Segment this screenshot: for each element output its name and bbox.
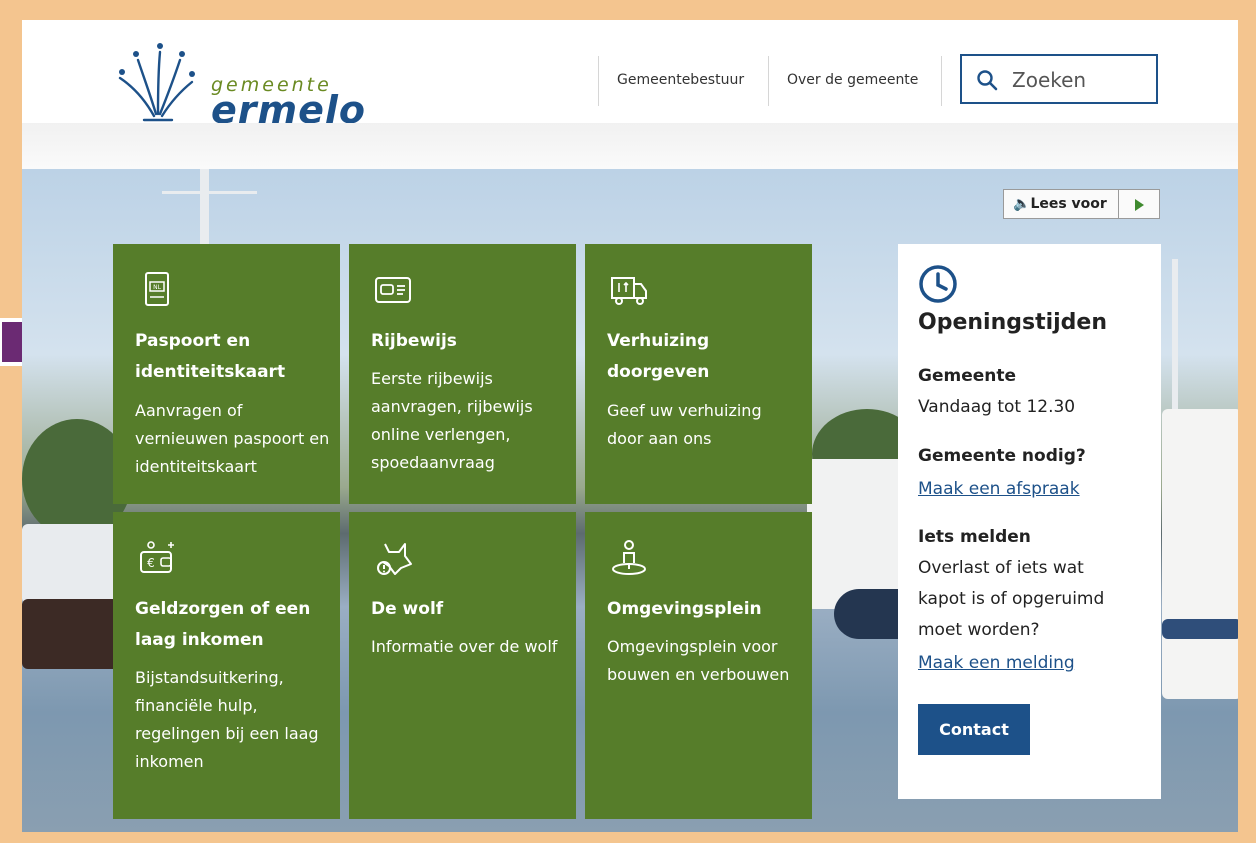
melden-text: kapot is of opgeruimd xyxy=(918,589,1105,609)
tile-description: Geef uw verhuizing door aan ons xyxy=(607,401,762,448)
browser-viewport: gemeente ermelo Gemeentebestuur Over de … xyxy=(22,20,1238,832)
svg-text:NL: NL xyxy=(153,284,161,291)
openingstijden-card: Openingstijden Gemeente Vandaag tot 12.3… xyxy=(898,244,1161,799)
site-header: gemeente ermelo Gemeentebestuur Over de … xyxy=(22,20,1238,130)
search-icon[interactable] xyxy=(976,69,998,91)
nav-link-gemeentebestuur[interactable]: Gemeentebestuur xyxy=(617,72,744,88)
svg-text:€: € xyxy=(147,556,155,570)
tile-description: Eerste rijbewijs aanvragen, rijbewijs on… xyxy=(371,369,533,472)
boat xyxy=(1162,409,1238,699)
nav-link-over-de-gemeente[interactable]: Over de gemeente xyxy=(787,72,918,88)
tile-omgevingsplein[interactable]: Omgevingsplein Omgevingsplein voor bouwe… xyxy=(585,512,812,819)
read-aloud-divider xyxy=(1118,190,1119,218)
search-input[interactable] xyxy=(1010,66,1154,94)
tile-geldzorgen[interactable]: € Geldzorgen of een laag inkomen Bijstan… xyxy=(113,512,340,819)
tile-title: Rijbewijs xyxy=(371,331,457,351)
hero-background: 🔈Lees voor NL Paspoort en identiteitskaa… xyxy=(22,169,1238,832)
read-aloud-label: 🔈Lees voor xyxy=(1013,196,1107,212)
tile-description: Aanvragen of vernieuwen paspoort en iden… xyxy=(135,401,330,476)
wolf-icon xyxy=(377,543,412,575)
melden-text: moet worden? xyxy=(918,620,1040,640)
contact-button[interactable]: Contact xyxy=(918,704,1030,755)
tile-title: Geldzorgen of een laag inkomen xyxy=(135,599,311,650)
tile-description: Informatie over de wolf xyxy=(371,637,558,656)
shell-logo-icon xyxy=(118,43,195,122)
site-logo[interactable]: gemeente ermelo xyxy=(114,38,374,130)
tile-title: Omgevingsplein xyxy=(607,599,762,619)
tile-de-wolf[interactable]: De wolf Informatie over de wolf xyxy=(349,512,576,819)
tile-title: De wolf xyxy=(371,599,444,619)
melden-text: Overlast of iets wat xyxy=(918,558,1084,578)
tile-title: Verhuizing doorgeven xyxy=(607,331,710,382)
passport-icon: NL xyxy=(145,272,169,306)
gemeente-nodig-heading: Gemeente nodig? xyxy=(918,446,1086,466)
tile-title: Paspoort en identiteitskaart xyxy=(135,331,286,382)
openingstijden-title: Openingstijden xyxy=(918,310,1108,335)
speaker-icon: 🔈 xyxy=(1013,196,1031,212)
boat xyxy=(22,599,122,669)
play-icon[interactable] xyxy=(1135,199,1144,211)
gemeente-heading: Gemeente xyxy=(918,366,1017,386)
header-band xyxy=(22,123,1238,169)
afspraak-link[interactable]: Maak een afspraak xyxy=(918,479,1080,499)
tile-rijbewijs[interactable]: Rijbewijs Eerste rijbewijs aanvragen, ri… xyxy=(349,244,576,504)
clock-icon xyxy=(919,265,957,303)
melding-link[interactable]: Maak een melding xyxy=(918,653,1075,673)
nav-divider xyxy=(768,56,769,106)
moving-truck-icon xyxy=(611,277,647,305)
mast xyxy=(162,191,257,194)
nav-divider xyxy=(598,56,599,106)
mast xyxy=(1172,259,1178,409)
gemeente-hours: Vandaag tot 12.30 xyxy=(918,397,1076,417)
search-box[interactable] xyxy=(960,54,1158,104)
boat xyxy=(807,459,907,609)
tile-paspoort[interactable]: NL Paspoort en identiteitskaart Aanvrage… xyxy=(113,244,340,504)
wallet-euro-icon: € xyxy=(140,541,174,573)
read-aloud-button[interactable]: 🔈Lees voor xyxy=(1003,189,1160,219)
tile-description: Bijstandsuitkering, financiële hulp, reg… xyxy=(135,668,319,771)
iets-melden-heading: Iets melden xyxy=(918,527,1031,547)
location-person-icon xyxy=(612,540,646,575)
driving-license-icon xyxy=(375,277,411,303)
boat xyxy=(1162,619,1238,639)
tile-description: Omgevingsplein voor bouwen en verbouwen xyxy=(607,637,790,684)
tile-verhuizing[interactable]: Verhuizing doorgeven Geef uw verhuizing … xyxy=(585,244,812,504)
nav-divider xyxy=(941,56,942,106)
